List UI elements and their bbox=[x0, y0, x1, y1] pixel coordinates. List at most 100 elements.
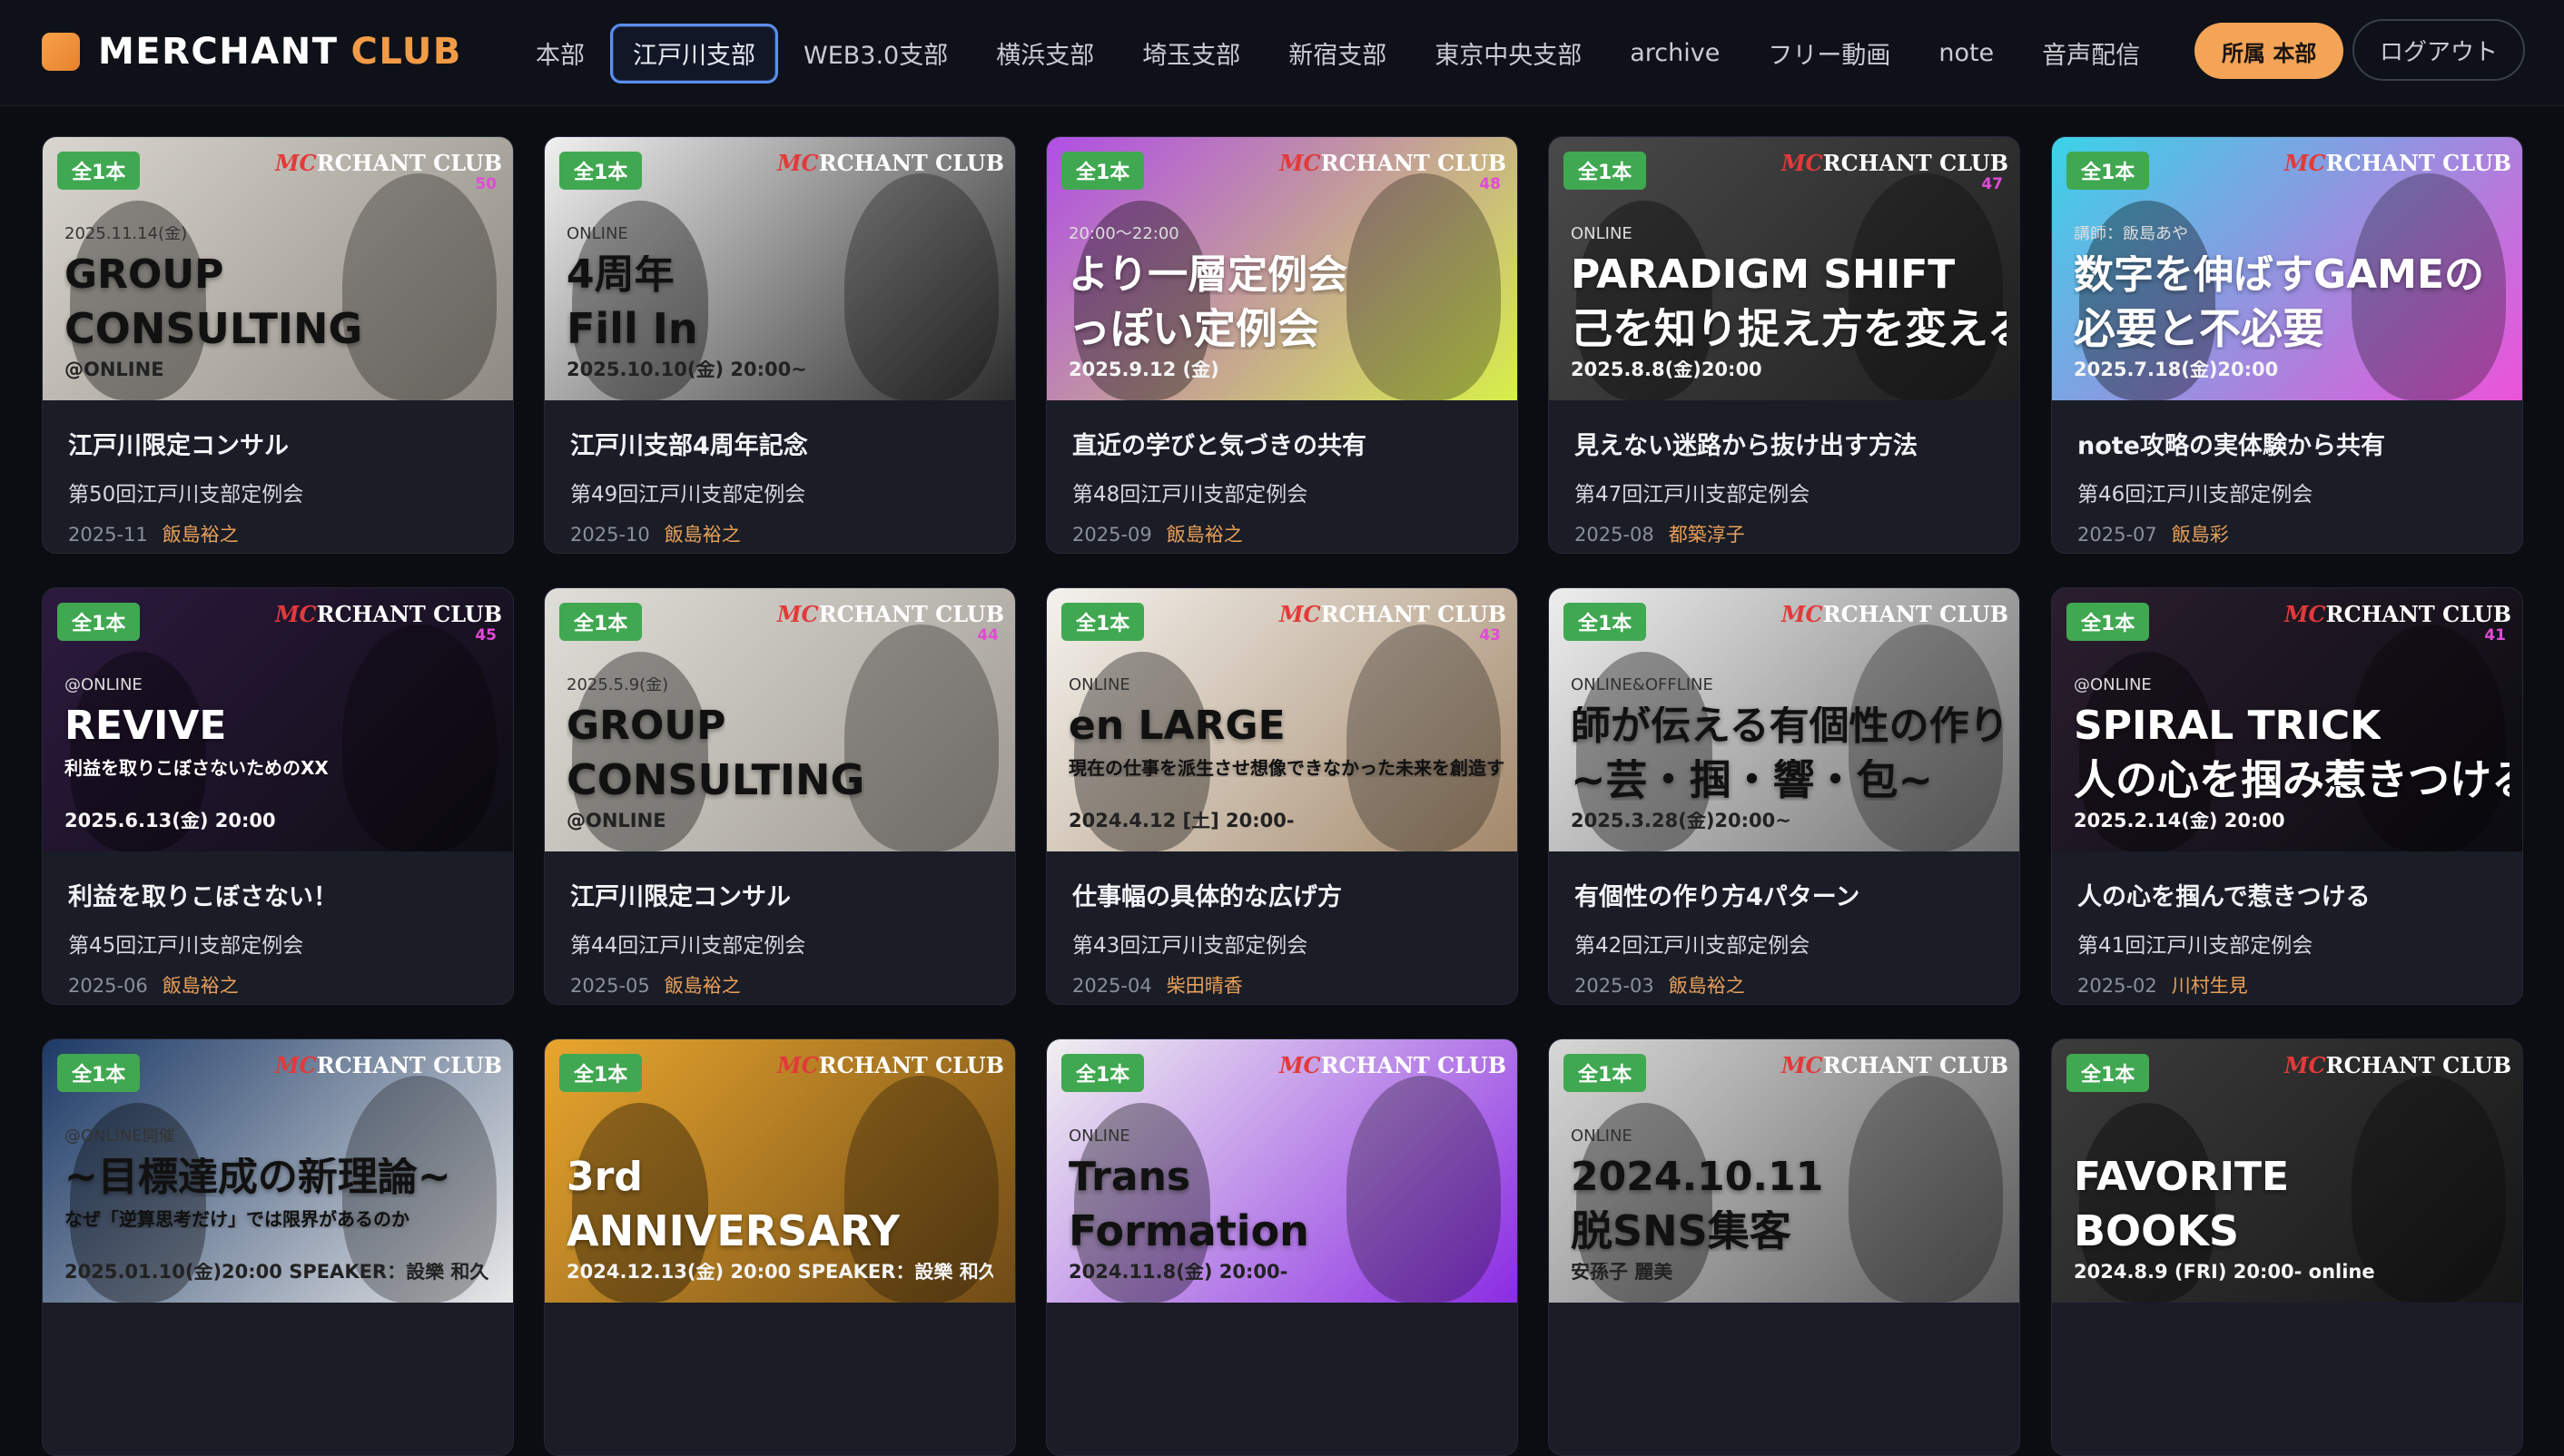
thumbnail-headline: en LARGE bbox=[1069, 706, 1286, 746]
card-author[interactable]: 飯島彩 bbox=[2172, 524, 2229, 546]
video-card[interactable]: MCRCHANT CLUB 数字を伸ばすGAMEの 必要と不必要 2025.7.18(… bbox=[2051, 136, 2523, 554]
site-logo[interactable]: MERCHANT CLUB bbox=[42, 29, 462, 74]
count-badge: 全1本 bbox=[1061, 1054, 1145, 1092]
card-subtitle: 第46回江戸川支部定例会 bbox=[2077, 483, 2313, 507]
video-card[interactable]: MCRCHANT CLUB 45 REVIVE 利益を取りこぼさないためのXX 2025… bbox=[42, 587, 514, 1005]
card-thumbnail[interactable]: MCRCHANT CLUB47 PARADIGM SHIFT 己を知り捉え方を変える… bbox=[1549, 137, 2019, 400]
card-title[interactable]: note攻略の実体験から共有 bbox=[2077, 426, 2504, 461]
card-title[interactable]: 見えない迷路から抜け出す方法 bbox=[1574, 426, 2001, 461]
card-info bbox=[1072, 1328, 1499, 1365]
video-card[interactable]: MCRCHANT CLUB 4周年 Fill In 2025.10.10(金) 20:… bbox=[544, 136, 1016, 554]
nav-item-5[interactable]: 新宿支部 bbox=[1266, 24, 1409, 84]
card-info bbox=[68, 1328, 495, 1365]
card-author[interactable]: 飯島裕之 bbox=[665, 975, 741, 997]
nav-item-9[interactable]: note bbox=[1916, 24, 2017, 84]
episode-number: 47 bbox=[1981, 175, 2003, 193]
thumbnail-subheadline: 脱SNS集客 bbox=[1571, 1210, 1791, 1252]
card-info: 江戸川支部4周年記念 第49回江戸川支部定例会 2025-10 飯島裕之 bbox=[570, 426, 997, 547]
card-subtitle: 第41回江戸川支部定例会 bbox=[2077, 934, 2313, 958]
card-thumbnail[interactable]: MCRCHANT CLUB Trans Formation 2024.11.8(金) … bbox=[1047, 1039, 1517, 1303]
thumbnail-headline: REVIVE bbox=[64, 706, 227, 746]
card-thumbnail[interactable]: MCRCHANT CLUB 45 REVIVE 利益を取りこぼさないためのXX 2025… bbox=[43, 588, 513, 851]
count-badge: 全1本 bbox=[1563, 152, 1647, 190]
card-info: note攻略の実体験から共有 第46回江戸川支部定例会 2025-07 飯島彩 bbox=[2077, 426, 2504, 547]
card-title[interactable]: 利益を取りこぼさない！ bbox=[68, 877, 495, 912]
card-author[interactable]: 飯島裕之 bbox=[163, 975, 239, 997]
thumbnail-brand-text: MCRCHANT CLUB bbox=[1278, 150, 1506, 176]
card-thumbnail[interactable]: MCRCHANT CLUB 44 GROUP CONSULTING @ONLINE 202… bbox=[545, 588, 1015, 851]
thumbnail-brand-text: MCRCHANT CLUB bbox=[776, 601, 1004, 627]
card-thumbnail[interactable]: MCRCHANT CLUB ~目標達成の新理論~ なぜ「逆算思考だけ」では限界がある… bbox=[43, 1039, 513, 1303]
card-author[interactable]: 柴田晴香 bbox=[1167, 975, 1243, 997]
card-title[interactable]: 人の心を掴んで惹きつける bbox=[2077, 877, 2504, 912]
logout-button[interactable]: ログアウト bbox=[2352, 19, 2525, 81]
card-author[interactable]: 飯島裕之 bbox=[163, 524, 239, 546]
card-thumbnail[interactable]: MCRCHANT CLUB 3rd ANNIVERSARY 2024.12.13(金)… bbox=[545, 1039, 1015, 1303]
card-title[interactable]: 江戸川限定コンサル bbox=[68, 426, 495, 461]
count-badge: 全1本 bbox=[559, 1054, 643, 1092]
thumbnail-headline: Trans bbox=[1069, 1157, 1191, 1197]
card-thumbnail[interactable]: MCRCHANT CLUB 4周年 Fill In 2025.10.10(金) 20:… bbox=[545, 137, 1015, 400]
card-thumbnail[interactable]: MCRCHANT CLUB 48 より一層定例会 っぽい定例会 2025.9.12 (金… bbox=[1047, 137, 1517, 400]
speaker-photo-right bbox=[342, 173, 497, 400]
thumbnail-date-text: 安孫子 麗美 bbox=[1571, 1263, 1673, 1282]
card-author[interactable]: 川村生見 bbox=[2172, 975, 2248, 997]
card-thumbnail[interactable]: MCRCHANT CLUB 2024.10.11 脱SNS集客 安孫子 麗美 ONLIN… bbox=[1549, 1039, 2019, 1303]
card-author[interactable]: 飯島裕之 bbox=[665, 524, 741, 546]
video-card[interactable]: MCRCHANT CLUB 師が伝える有個性の作り方 ~芸・掴・響・包~ 2025.3… bbox=[1548, 587, 2020, 1005]
thumbnail-subheadline: BOOKS bbox=[2074, 1210, 2240, 1252]
card-meta: 2025-03 飯島裕之 bbox=[1574, 971, 2001, 999]
video-card[interactable]: MCRCHANT CLUB 50 GROUP CONSULTING @ONLINE 202… bbox=[42, 136, 514, 554]
card-meta: 2025-08 都築淳子 bbox=[1574, 520, 2001, 547]
card-author[interactable]: 都築淳子 bbox=[1669, 524, 1745, 546]
card-subtitle: 第45回江戸川支部定例会 bbox=[68, 934, 304, 958]
card-author[interactable]: 飯島裕之 bbox=[1167, 524, 1243, 546]
nav-item-8[interactable]: フリー動画 bbox=[1745, 24, 1913, 84]
video-card[interactable]: MCRCHANT CLUB 2024.10.11 脱SNS集客 安孫子 麗美 ONLIN… bbox=[1548, 1038, 2020, 1456]
thumbnail-caption: ONLINE&OFFLINE bbox=[1571, 677, 1713, 694]
video-card[interactable]: MCRCHANT CLUB 41 SPIRAL TRICK 人の心を掴み惹きつける 20… bbox=[2051, 587, 2523, 1005]
card-thumbnail[interactable]: MCRCHANT CLUB 50 GROUP CONSULTING @ONLINE 202… bbox=[43, 137, 513, 400]
video-card[interactable]: MCRCHANT CLUB Trans Formation 2024.11.8(金) … bbox=[1046, 1038, 1518, 1456]
thumbnail-subheadline: CONSULTING bbox=[64, 308, 363, 349]
card-thumbnail[interactable]: MCRCHANT CLUB 41 SPIRAL TRICK 人の心を掴み惹きつける 20… bbox=[2052, 588, 2522, 851]
card-thumbnail[interactable]: MCRCHANT CLUB 43 en LARGE 現在の仕事を派生させ想像できなかっ… bbox=[1047, 588, 1517, 851]
video-card[interactable]: MCRCHANT CLUB ~目標達成の新理論~ なぜ「逆算思考だけ」では限界がある… bbox=[42, 1038, 514, 1456]
card-title[interactable]: 仕事幅の具体的な広げ方 bbox=[1072, 877, 1499, 912]
nav-item-2[interactable]: WEB3.0支部 bbox=[781, 24, 971, 84]
logo-mark-icon bbox=[42, 33, 80, 71]
card-date: 2025-04 bbox=[1072, 975, 1152, 997]
nav-item-10[interactable]: 音声配信 bbox=[2019, 24, 2163, 84]
card-thumbnail[interactable]: MCRCHANT CLUB FAVORITE BOOKS 2024.8.9 (FRI)… bbox=[2052, 1039, 2522, 1303]
thumbnail-date-text: 2024.4.12 [土] 20:00- bbox=[1069, 812, 1295, 831]
card-title[interactable]: 江戸川限定コンサル bbox=[570, 877, 997, 912]
card-meta: 2025-11 飯島裕之 bbox=[68, 520, 495, 547]
card-author[interactable]: 飯島裕之 bbox=[1669, 975, 1745, 997]
affiliation-button[interactable]: 所属 本部 bbox=[2194, 23, 2344, 79]
video-card[interactable]: MCRCHANT CLUB 48 より一層定例会 っぽい定例会 2025.9.12 (金… bbox=[1046, 136, 1518, 554]
card-thumbnail[interactable]: MCRCHANT CLUB 数字を伸ばすGAMEの 必要と不必要 2025.7.18(… bbox=[2052, 137, 2522, 400]
top-header: MERCHANT CLUB 本部 江戸川支部 WEB3.0支部 横浜支部 埼玉支部 新宿支部… bbox=[0, 0, 2564, 106]
card-meta bbox=[1072, 1343, 1499, 1365]
video-card[interactable]: MCRCHANT CLUB FAVORITE BOOKS 2024.8.9 (FRI)… bbox=[2051, 1038, 2523, 1456]
thumbnail-date-text: 2025.10.10(金) 20:00~ bbox=[567, 360, 807, 379]
nav-item-6[interactable]: 東京中央支部 bbox=[1412, 24, 1604, 84]
video-card[interactable]: MCRCHANT CLUB 43 en LARGE 現在の仕事を派生させ想像できなかっ… bbox=[1046, 587, 1518, 1005]
card-title[interactable]: 直近の学びと気づきの共有 bbox=[1072, 426, 1499, 461]
nav-item-4[interactable]: 埼玉支部 bbox=[1119, 24, 1263, 84]
thumbnail-brand-text: MCRCHANT CLUB bbox=[776, 150, 1004, 176]
card-thumbnail[interactable]: MCRCHANT CLUB 師が伝える有個性の作り方 ~芸・掴・響・包~ 2025.3… bbox=[1549, 588, 2019, 851]
card-title[interactable]: 有個性の作り方4パターン bbox=[1574, 877, 2001, 912]
nav-item-7[interactable]: archive bbox=[1607, 24, 1742, 84]
card-title[interactable]: 江戸川支部4周年記念 bbox=[570, 426, 997, 461]
nav-item-0[interactable]: 本部 bbox=[513, 24, 607, 84]
card-info: 江戸川限定コンサル 第50回江戸川支部定例会 2025-11 飯島裕之 bbox=[68, 426, 495, 547]
thumbnail-brand-text: MCRCHANT CLUB bbox=[274, 150, 502, 176]
video-card[interactable]: MCRCHANT CLUB 44 GROUP CONSULTING @ONLINE 202… bbox=[544, 587, 1016, 1005]
nav-item-3[interactable]: 横浜支部 bbox=[973, 24, 1117, 84]
nav-item-1[interactable]: 江戸川支部 bbox=[610, 23, 778, 84]
video-card[interactable]: MCRCHANT CLUB 3rd ANNIVERSARY 2024.12.13(金)… bbox=[544, 1038, 1016, 1456]
video-card[interactable]: MCRCHANT CLUB47 PARADIGM SHIFT 己を知り捉え方を変える… bbox=[1548, 136, 2020, 554]
thumbnail-subheadline: CONSULTING bbox=[567, 759, 865, 801]
thumbnail-brand-text: MCRCHANT CLUB bbox=[274, 601, 502, 627]
